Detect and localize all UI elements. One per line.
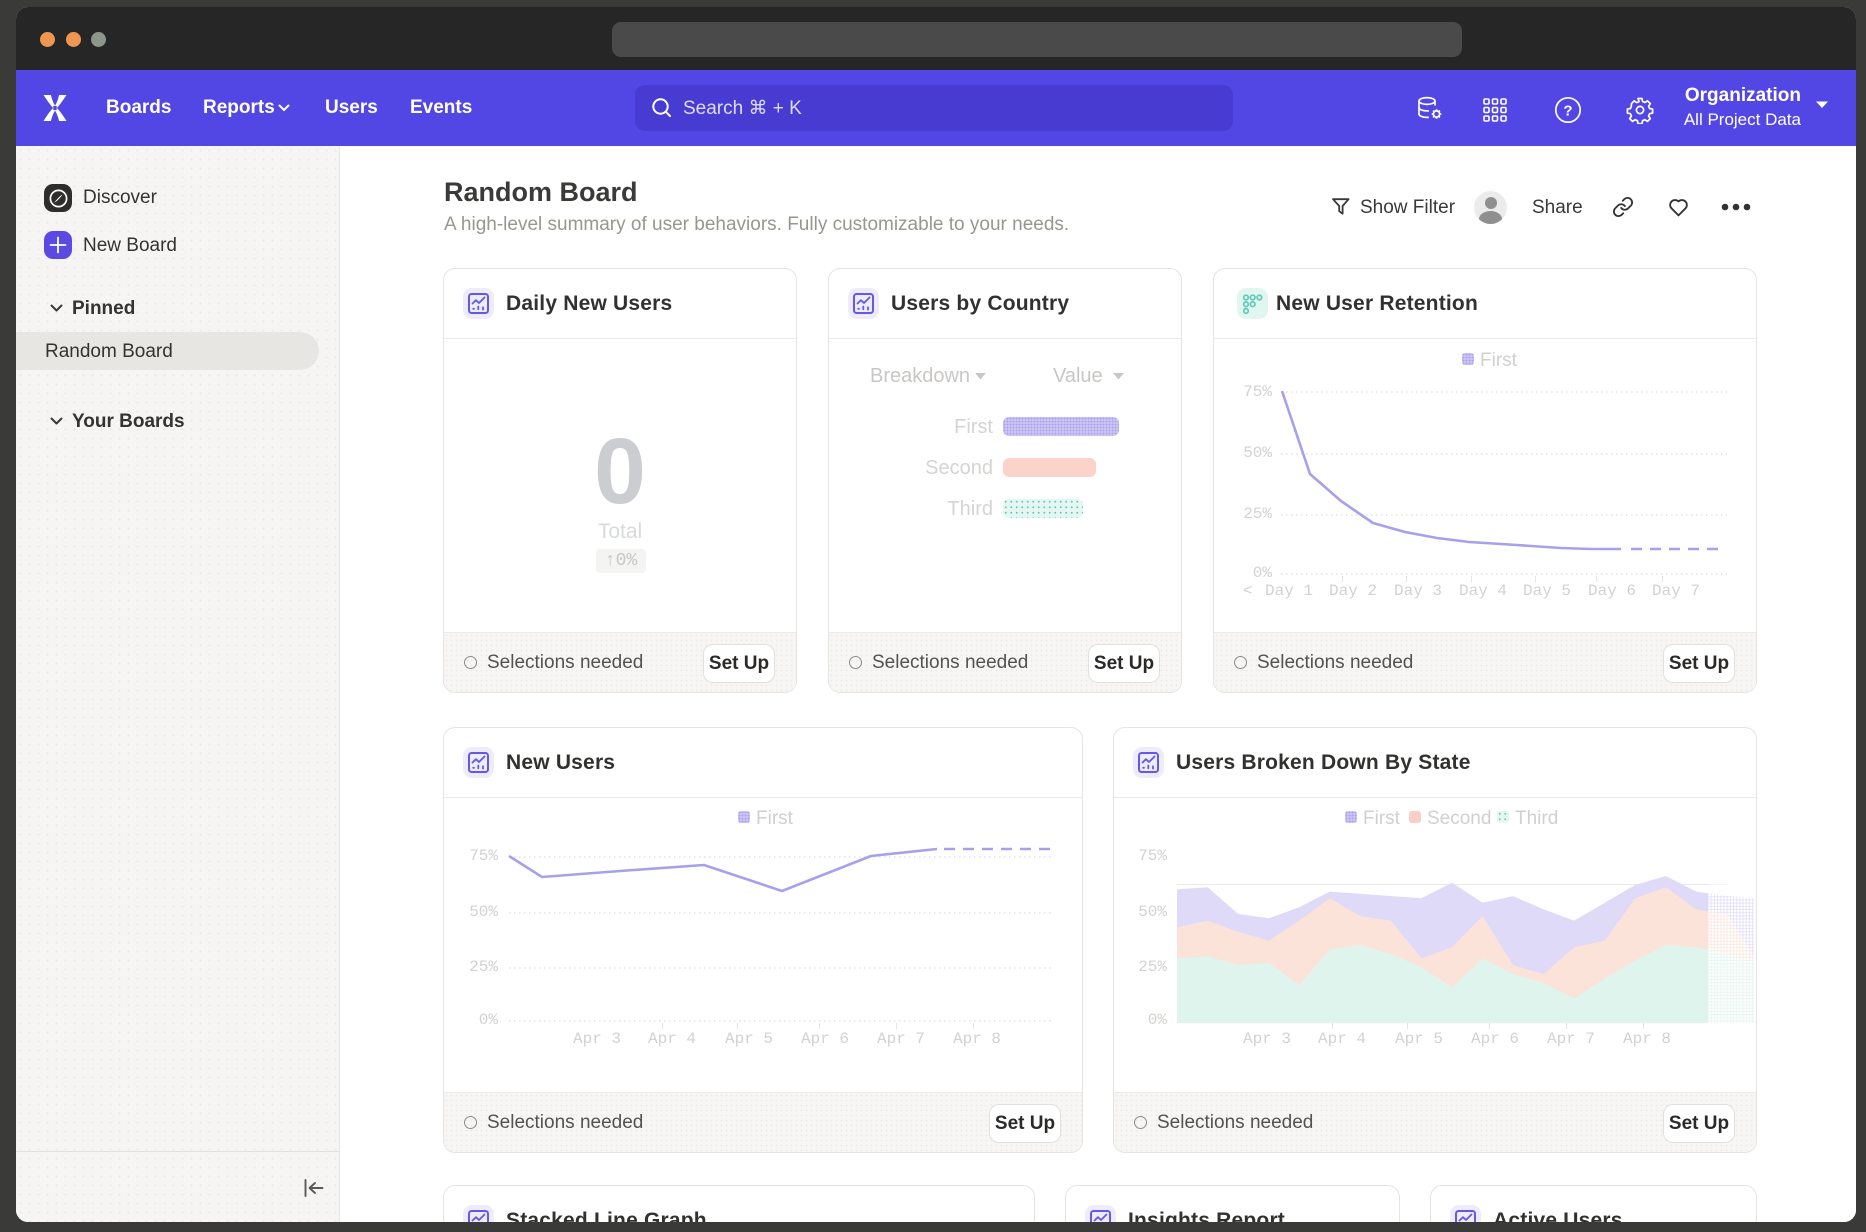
svg-text:?: ?	[1563, 103, 1572, 120]
